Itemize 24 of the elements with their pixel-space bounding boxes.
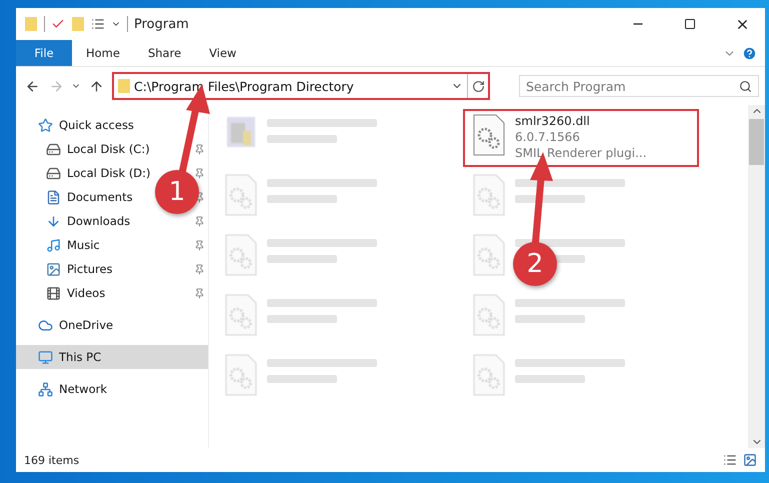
file-detail: SMIL Renderer plugi... <box>515 145 647 161</box>
address-bar[interactable]: C:\Program Files\Program Directory <box>112 72 490 100</box>
sidebar-item[interactable]: Quick access <box>16 113 134 137</box>
sidebar-item[interactable]: Music <box>16 233 100 257</box>
search-field[interactable]: Search Program <box>519 75 759 97</box>
sidebar-item[interactable]: Network <box>16 377 108 401</box>
ribbon-tab[interactable]: Share <box>134 40 196 66</box>
sidebar-item[interactable]: OneDrive <box>16 313 114 337</box>
file-detail: 6.0.7.1566 <box>515 129 581 145</box>
file-name: smlr3260.dll <box>515 113 591 129</box>
sidebar-item[interactable]: Pictures <box>16 257 113 281</box>
sidebar-item[interactable]: Local Disk (D:) <box>16 161 151 185</box>
file-tile[interactable]: smlr3260.dll 6.0.7.1566 SMIL Renderer plugi... <box>463 109 699 167</box>
sidebar-item[interactable]: Videos <box>16 281 106 305</box>
window-title: Program <box>134 16 189 32</box>
address-path: C:\Program Files\Program Directory <box>134 78 355 94</box>
sidebar-item[interactable]: Downloads <box>16 209 130 233</box>
file-menu-button[interactable]: File <box>16 40 72 66</box>
sidebar-item[interactable]: Local Disk (C:) <box>16 137 150 161</box>
item-count: 169 items <box>24 454 80 466</box>
ribbon-tab[interactable]: Home <box>72 40 134 66</box>
sidebar-item[interactable]: Documents <box>16 185 133 209</box>
sidebar-item[interactable]: This PC <box>16 345 208 369</box>
ribbon-tab[interactable]: View <box>195 40 250 66</box>
